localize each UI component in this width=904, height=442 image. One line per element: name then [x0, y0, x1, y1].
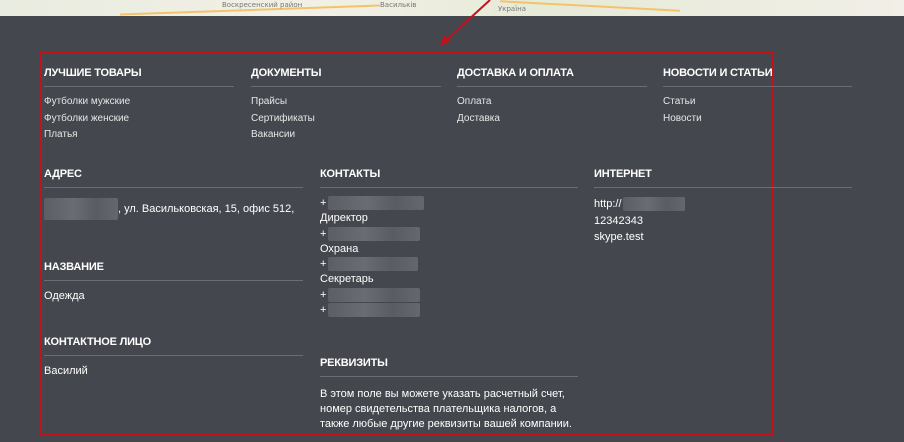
menu-link[interactable]: Футболки мужские — [44, 94, 234, 111]
menu-column-best-products: ЛУЧШИЕ ТОВАРЫ Футболки мужские Футболки … — [44, 67, 234, 144]
name-section: НАЗВАНИЕ Одежда — [44, 261, 303, 305]
requisites-line: В этом поле вы можете указать расчетный … — [320, 388, 565, 400]
website-row: http:// — [594, 196, 852, 213]
menu-list: Футболки мужские Футболки женские Платья — [44, 94, 234, 144]
phone-role: Директор — [320, 212, 368, 225]
redacted-phone — [328, 226, 421, 241]
menu-heading: ЛУЧШИЕ ТОВАРЫ — [44, 67, 234, 87]
menu-link[interactable]: Доставка — [457, 111, 647, 128]
menu-heading: ДОКУМЕНТЫ — [251, 67, 441, 87]
address-section: АДРЕС , ул. Васильковская, 15, офис 512, — [44, 168, 303, 220]
map-road — [500, 0, 680, 12]
map-label: Васильків — [380, 1, 417, 9]
requisites-line: также любые другие реквизиты вашей компа… — [320, 418, 572, 430]
phone-row: + — [320, 287, 578, 303]
menu-link[interactable]: Футболки женские — [44, 111, 234, 128]
menu-list: Прайсы Сертификаты Вакансии — [251, 94, 441, 144]
contacts-list: + Директор + Охрана + Секретарь + + — [320, 196, 578, 318]
redacted-phone — [328, 257, 419, 272]
menu-link[interactable]: Оплата — [457, 94, 647, 111]
internet-list: http:// 12342343 skype.test — [594, 196, 852, 246]
internet-heading: ИНТЕРНЕТ — [594, 168, 852, 188]
menu-list: Статьи Новости — [663, 94, 852, 127]
icq-value: 12342343 — [594, 214, 643, 227]
phone-row: + — [320, 303, 578, 318]
contact-person-value: Василий — [44, 365, 88, 377]
menu-column-documents: ДОКУМЕНТЫ Прайсы Сертификаты Вакансии — [251, 67, 441, 144]
menu-link[interactable]: Платья — [44, 127, 234, 144]
internet-section: ИНТЕРНЕТ http:// 12342343 skype.test — [594, 168, 852, 246]
requisites-heading: РЕКВИЗИТЫ — [320, 357, 578, 377]
phone-row: + — [320, 257, 578, 272]
website-link[interactable]: http:// — [594, 198, 622, 210]
menu-heading: ДОСТАВКА И ОПЛАТА — [457, 67, 647, 87]
phone-row: + — [320, 226, 578, 242]
contacts-heading: КОНТАКТЫ — [320, 168, 578, 188]
address-value: , ул. Васильковская, 15, офис 512, — [44, 198, 303, 220]
redacted-phone — [328, 287, 421, 302]
menu-heading: НОВОСТИ И СТАТЬИ — [663, 67, 852, 87]
requisites-line: номер свидетельства плательщика налогов,… — [320, 403, 557, 415]
contacts-section: КОНТАКТЫ + Директор + Охрана + Секретарь… — [320, 168, 578, 318]
requisites-text: В этом поле вы можете указать расчетный … — [320, 387, 578, 432]
menu-column-news-articles: НОВОСТИ И СТАТЬИ Статьи Новости — [663, 67, 852, 127]
address-heading: АДРЕС — [44, 168, 303, 188]
redacted-phone — [328, 303, 421, 318]
name-heading: НАЗВАНИЕ — [44, 261, 303, 281]
menu-list: Оплата Доставка — [457, 94, 647, 127]
menu-column-delivery-payment: ДОСТАВКА И ОПЛАТА Оплата Доставка — [457, 67, 647, 127]
name-value: Одежда — [44, 290, 85, 302]
menu-link[interactable]: Прайсы — [251, 94, 441, 111]
menu-link[interactable]: Статьи — [663, 94, 852, 111]
menu-link[interactable]: Новости — [663, 111, 852, 128]
menu-link[interactable]: Сертификаты — [251, 111, 441, 128]
phone-row: + — [320, 196, 578, 211]
redacted-phone — [328, 196, 425, 211]
map-label: Україна — [498, 5, 527, 13]
map-label: Воскресенский район — [222, 1, 303, 9]
redacted-domain — [622, 197, 685, 212]
annotation-arrow — [440, 0, 491, 46]
requisites-section: РЕКВИЗИТЫ В этом поле вы можете указать … — [320, 357, 578, 432]
skype-value[interactable]: skype.test — [594, 229, 852, 246]
address-text: , ул. Васильковская, 15, офис 512, — [118, 202, 295, 215]
phone-role: Охрана — [320, 242, 359, 255]
menu-link[interactable]: Вакансии — [251, 127, 441, 144]
contact-person-heading: КОНТАКТНОЕ ЛИЦО — [44, 336, 303, 356]
redacted-city — [44, 198, 118, 220]
phone-role: Секретарь — [320, 273, 374, 286]
contact-person-section: КОНТАКТНОЕ ЛИЦО Василий — [44, 336, 303, 380]
